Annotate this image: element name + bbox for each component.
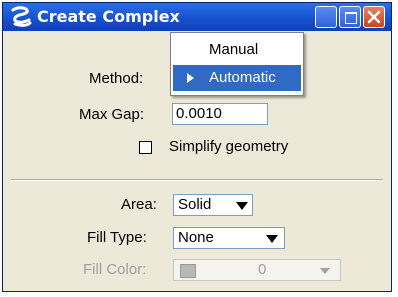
section-divider	[11, 179, 383, 181]
fill-color-value: 0	[258, 261, 267, 278]
maximize-button[interactable]	[339, 6, 361, 28]
fill-color-label: Fill Color:	[83, 261, 147, 278]
simplify-geometry-label: Simplify geometry	[169, 138, 289, 155]
selected-arrow-icon	[187, 73, 194, 83]
app-logo-icon	[11, 6, 32, 27]
simplify-geometry-checkbox[interactable]	[139, 141, 152, 154]
method-menu: Manual Automatic	[170, 32, 304, 96]
area-dropdown[interactable]: Solid	[173, 194, 253, 216]
fill-type-dropdown[interactable]: None	[173, 227, 285, 249]
fill-type-label: Fill Type:	[87, 229, 147, 246]
area-label: Area:	[121, 196, 157, 213]
menu-item-automatic[interactable]: Automatic	[173, 65, 301, 91]
max-gap-input[interactable]: 0.0010	[172, 103, 268, 125]
chevron-down-icon	[236, 202, 248, 210]
minimize-button[interactable]	[315, 6, 337, 28]
menu-item-label: Manual	[209, 41, 259, 58]
max-gap-label: Max Gap:	[79, 106, 145, 123]
area-value: Solid	[178, 196, 212, 213]
window-title: Create Complex	[37, 7, 180, 26]
fill-color-dropdown[interactable]: 0	[173, 259, 341, 281]
fill-type-value: None	[178, 229, 214, 246]
color-swatch	[180, 264, 196, 278]
menu-item-label: Automatic	[209, 69, 276, 86]
close-button[interactable]	[363, 6, 385, 28]
chevron-down-icon	[266, 235, 278, 243]
chevron-down-icon	[320, 268, 330, 274]
method-label: Method:	[89, 70, 144, 87]
maximize-icon	[345, 12, 357, 24]
close-icon	[367, 10, 381, 24]
title-bar[interactable]: Create Complex	[3, 3, 391, 31]
menu-item-manual[interactable]: Manual	[173, 37, 301, 63]
